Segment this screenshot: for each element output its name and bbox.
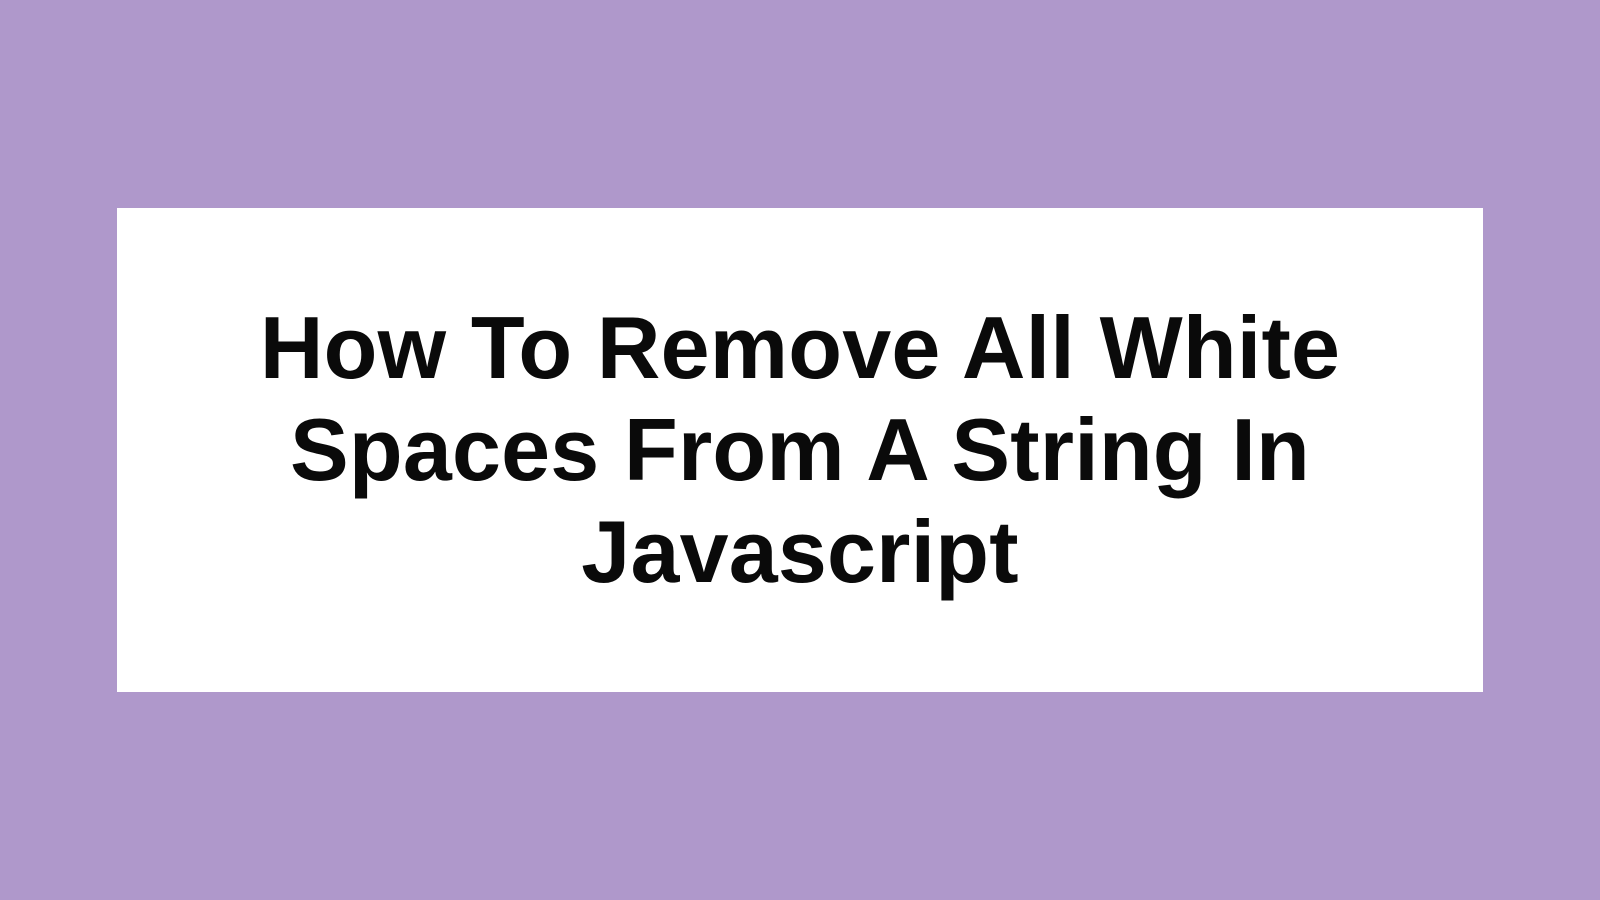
article-title: How To Remove All White Spaces From A St… — [197, 297, 1403, 603]
title-card: How To Remove All White Spaces From A St… — [117, 208, 1483, 692]
page-background: How To Remove All White Spaces From A St… — [0, 0, 1600, 900]
